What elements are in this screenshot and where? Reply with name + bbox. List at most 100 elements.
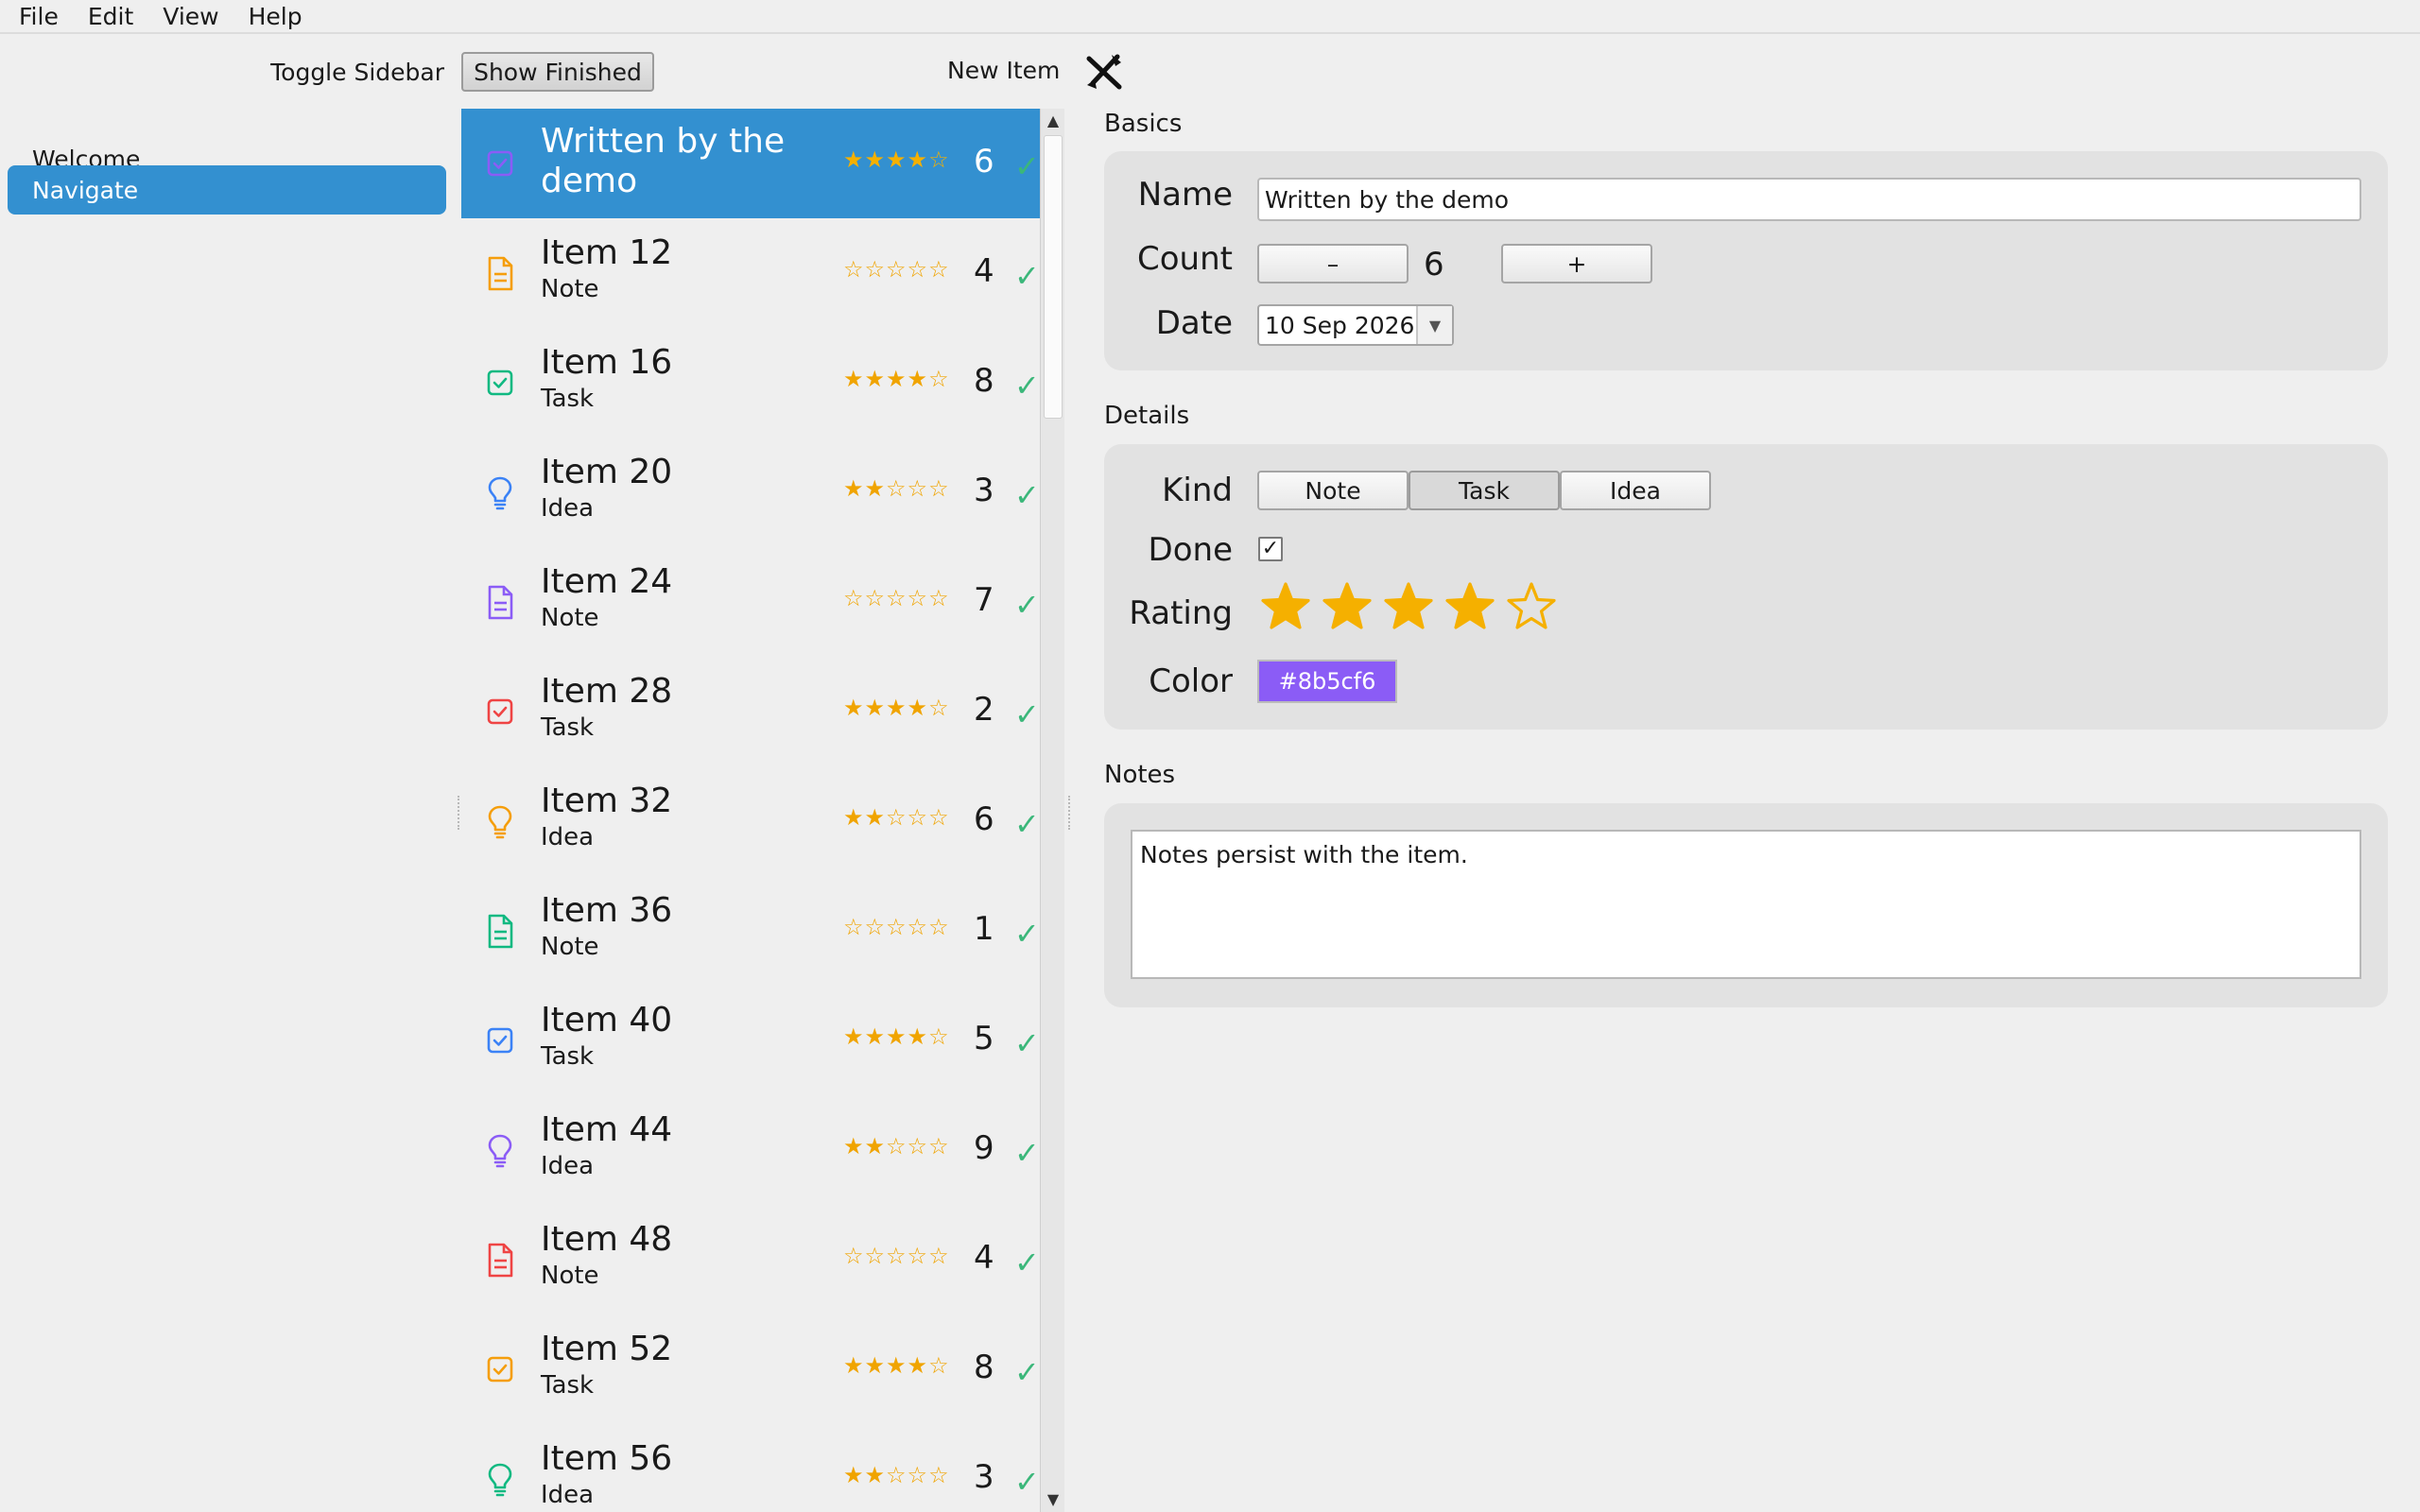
star-filled-icon[interactable] [1259, 580, 1312, 633]
note-icon [486, 914, 514, 950]
scroll-up-arrow-icon[interactable]: ▲ [1041, 109, 1065, 133]
list-item-rating-stars: ★★★★☆ [843, 366, 950, 392]
list-item[interactable]: Item 28 Task ★★★★☆ 2 ✓ [461, 657, 1040, 766]
list-item[interactable]: Item 52 Task ★★★★☆ 8 ✓ [461, 1314, 1040, 1424]
list-item-rating-stars: ★★☆☆☆ [843, 804, 950, 831]
task-icon [486, 146, 514, 182]
count-value: 6 [1424, 246, 1444, 284]
list-item-kind: Task [541, 1042, 595, 1071]
list-item-count: 6 [974, 800, 994, 838]
scrollbar-thumb[interactable] [1044, 135, 1063, 419]
list-item-rating-stars: ★★☆☆☆ [843, 475, 950, 502]
task-icon [486, 695, 514, 730]
item-list: Written by the demo ★★★★☆ 6 ✓ Item 12 Note ☆☆☆… [461, 109, 1040, 1512]
checkmark-icon: ✓ [1014, 477, 1040, 513]
list-item-title: Item 28 [541, 672, 673, 711]
menu-view[interactable]: View [163, 3, 218, 30]
list-item-rating-stars: ☆☆☆☆☆ [843, 1243, 950, 1269]
list-item[interactable]: Item 20 Idea ★★☆☆☆ 3 ✓ [461, 438, 1040, 547]
checkmark-icon: ✓ [1014, 1464, 1040, 1500]
menu-edit[interactable]: Edit [88, 3, 133, 30]
menu-file[interactable]: File [19, 3, 59, 30]
decrement-button[interactable]: – [1257, 244, 1409, 284]
kind-option-idea[interactable]: Idea [1560, 471, 1711, 510]
color-swatch[interactable]: #8b5cf6 [1257, 660, 1397, 703]
menu-help[interactable]: Help [249, 3, 302, 30]
list-item-count: 3 [974, 472, 994, 509]
notes-section-title: Notes [1104, 761, 1176, 789]
date-picker[interactable]: 10 Sep 2026 ▼ [1257, 304, 1454, 346]
date-label: Date [1155, 304, 1233, 342]
list-item-title: Item 36 [541, 891, 673, 930]
increment-button[interactable]: + [1501, 244, 1652, 284]
checkmark-icon: ✓ [1014, 1245, 1040, 1280]
list-item-kind: Note [541, 275, 599, 303]
new-item-icon[interactable] [1083, 51, 1125, 93]
list-item[interactable]: Written by the demo ★★★★☆ 6 ✓ [461, 109, 1040, 218]
idea-icon [486, 475, 514, 511]
idea-icon [486, 804, 514, 840]
list-item[interactable]: Item 24 Note ☆☆☆☆☆ 7 ✓ [461, 547, 1040, 657]
list-item-rating-stars: ★★★★☆ [843, 146, 950, 173]
note-icon [486, 1243, 514, 1279]
list-item[interactable]: Item 40 Task ★★★★☆ 5 ✓ [461, 986, 1040, 1095]
list-item[interactable]: Item 36 Note ☆☆☆☆☆ 1 ✓ [461, 876, 1040, 986]
list-item-kind: Idea [541, 1481, 595, 1509]
name-input[interactable] [1257, 178, 2361, 221]
splitter-handle[interactable] [458, 796, 461, 830]
details-section-title: Details [1104, 402, 1190, 430]
splitter-handle[interactable] [1068, 796, 1072, 830]
star-filled-icon[interactable] [1321, 580, 1374, 633]
task-icon [486, 1023, 514, 1059]
checkmark-icon: ✓ [1014, 1135, 1040, 1171]
list-item-rating-stars: ★★☆☆☆ [843, 1462, 950, 1488]
checkmark-icon: ✓ [1014, 1025, 1040, 1061]
checkmark-icon: ✓ [1014, 148, 1040, 184]
show-finished-button[interactable]: Show Finished [461, 52, 654, 92]
list-item-count: 4 [974, 1239, 994, 1277]
list-item[interactable]: Item 48 Note ☆☆☆☆☆ 4 ✓ [461, 1205, 1040, 1314]
star-filled-icon[interactable] [1382, 580, 1435, 633]
list-item-title: Item 12 [541, 233, 673, 272]
scroll-down-arrow-icon[interactable]: ▼ [1041, 1487, 1065, 1512]
list-item-rating-stars: ☆☆☆☆☆ [843, 585, 950, 611]
menubar: File Edit View Help [0, 0, 2420, 34]
chevron-down-icon[interactable]: ▼ [1416, 306, 1452, 344]
list-item[interactable]: Item 44 Idea ★★☆☆☆ 9 ✓ [461, 1095, 1040, 1205]
new-item-button[interactable]: New Item [947, 57, 1060, 84]
list-item-title: Item 48 [541, 1220, 673, 1259]
list-item-count: 1 [974, 910, 994, 948]
list-item-kind: Task [541, 1371, 595, 1400]
notes-textarea[interactable]: Notes persist with the item. [1131, 830, 2361, 979]
list-item-title: Item 24 [541, 562, 673, 601]
kind-option-note[interactable]: Note [1257, 471, 1409, 510]
toggle-sidebar-button[interactable]: Toggle Sidebar [270, 59, 444, 86]
task-icon [486, 366, 514, 402]
list-item-count: 2 [974, 691, 994, 729]
list-item-kind: Task [541, 713, 595, 742]
star-filled-icon[interactable] [1443, 580, 1496, 633]
list-item-count: 6 [974, 143, 994, 180]
done-checkbox[interactable]: ✓ [1258, 537, 1283, 561]
star-empty-icon[interactable] [1505, 580, 1558, 633]
list-scrollbar[interactable]: ▲ ▼ [1040, 109, 1064, 1512]
sidebar-item-navigate[interactable]: Navigate [8, 165, 446, 215]
rating-label: Rating [1129, 594, 1233, 632]
list-item-kind: Note [541, 1262, 599, 1290]
count-label: Count [1137, 240, 1233, 278]
checkmark-icon: ✓ [1014, 916, 1040, 952]
date-value: 10 Sep 2026 [1265, 311, 1415, 339]
list-item[interactable]: Item 12 Note ☆☆☆☆☆ 4 ✓ [461, 218, 1040, 328]
list-item-kind: Idea [541, 823, 595, 851]
list-item[interactable]: Item 16 Task ★★★★☆ 8 ✓ [461, 328, 1040, 438]
list-item-title: Item 52 [541, 1330, 673, 1368]
list-item[interactable]: Item 56 Idea ★★☆☆☆ 3 ✓ [461, 1424, 1040, 1512]
kind-option-task[interactable]: Task [1409, 471, 1560, 510]
checkmark-icon: ✓ [1014, 806, 1040, 842]
list-item-count: 4 [974, 252, 994, 290]
checkmark-icon: ✓ [1014, 696, 1040, 732]
list-item-kind: Idea [541, 494, 595, 523]
list-item-rating-stars: ☆☆☆☆☆ [843, 914, 950, 940]
list-item-count: 8 [974, 1349, 994, 1386]
list-item[interactable]: Item 32 Idea ★★☆☆☆ 6 ✓ [461, 766, 1040, 876]
